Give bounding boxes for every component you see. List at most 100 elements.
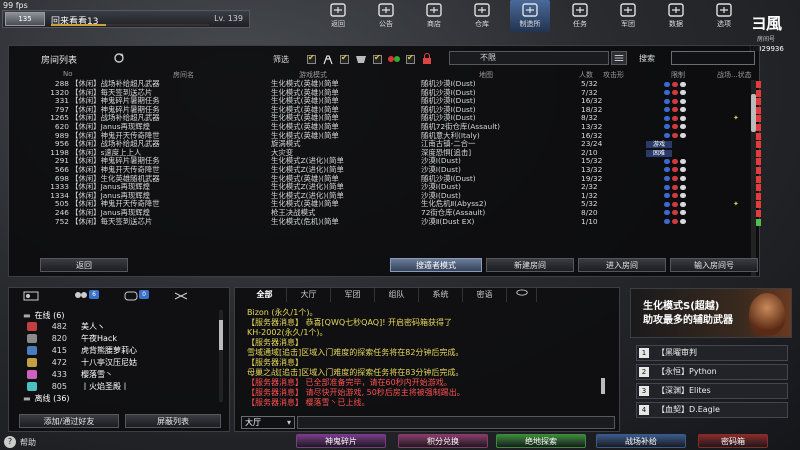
create-room-button[interactable]: 新建房间: [486, 258, 574, 272]
chat-tab[interactable]: 密语: [463, 288, 507, 302]
chat-tab[interactable]: 全部: [243, 288, 287, 302]
flag-red-icon: [672, 176, 678, 182]
nav-button-factory[interactable]: 制造所: [510, 0, 550, 32]
header-status: 攻击形: [603, 71, 624, 79]
nav-button-shop[interactable]: 商店: [414, 0, 454, 32]
nav-button-megaphone[interactable]: 公告: [366, 0, 406, 32]
nav-label: 制造所: [519, 20, 541, 28]
offline-group-header[interactable]: ▬ 离线 (36): [23, 393, 70, 404]
chat-tab[interactable]: 系统: [419, 288, 463, 302]
friend-item[interactable]: 415 虎背熊腰萝莉心: [23, 345, 213, 356]
chat-channel-select[interactable]: 大厅: [241, 416, 295, 429]
filter-zombie-checkbox[interactable]: [340, 53, 349, 64]
friends-scrollbar[interactable]: [219, 310, 223, 402]
enter-room-button[interactable]: 进入房间: [578, 258, 666, 272]
flag-white-icon: [680, 107, 686, 113]
factory-icon: [522, 3, 538, 17]
full-room-filter-select[interactable]: 不限: [449, 51, 609, 65]
room-list-scrollbar[interactable]: [751, 80, 756, 276]
promo-banner[interactable]: 生化模式S(超越) 助攻最多的辅助武器: [630, 288, 792, 338]
bottom-button[interactable]: 神鬼碎片: [296, 434, 386, 448]
bottom-button[interactable]: 密码箱: [698, 434, 768, 448]
nav-button-return[interactable]: 返回: [318, 0, 358, 32]
bottom-button[interactable]: 战场补给: [596, 434, 686, 448]
clan-rank-item[interactable]: 2 【永恒】Python: [636, 364, 788, 380]
nav-button-data[interactable]: 数据: [656, 0, 696, 32]
friends-icon: [75, 292, 87, 298]
list-view-button[interactable]: [611, 51, 627, 65]
friend-item[interactable]: 433 樱落雪丶: [23, 369, 213, 380]
room-flag-icons: [664, 183, 688, 192]
chat-input[interactable]: [297, 416, 615, 429]
nav-button-warehouse[interactable]: 仓库: [462, 0, 502, 32]
refresh-icon[interactable]: [112, 52, 126, 64]
nav-button-gear[interactable]: 选项: [704, 0, 744, 32]
friend-name: 午夜Hack: [81, 334, 117, 343]
friend-item[interactable]: 805 丨火焰圣殿丨: [23, 381, 213, 392]
bottom-button[interactable]: 绝地探索: [496, 434, 586, 448]
flag-blue-icon: [664, 124, 670, 130]
filter-lock-checkbox[interactable]: [406, 53, 415, 64]
room-flag-icons: [664, 218, 688, 227]
chat-tab-voice[interactable]: [507, 288, 537, 302]
clan-rank-item[interactable]: 3 【深渊】Elites: [636, 383, 788, 399]
promo-character-image: [749, 293, 785, 335]
help-label[interactable]: 帮助: [20, 437, 36, 448]
friend-rank-icon: [27, 382, 37, 391]
clan-rank-item[interactable]: 1 【黑曜审判: [636, 345, 788, 361]
tab-clan-members[interactable]: 0: [109, 288, 159, 304]
filter-teammode-checkbox[interactable]: [373, 53, 382, 64]
back-button[interactable]: 返回: [40, 258, 128, 272]
friend-level: 805: [51, 382, 67, 391]
room-rows: 288 【休闲】战场补给超凡武器 生化模式(英雄)(简单 随机沙漠Ⅰ(Dust) 5/3…: [41, 79, 761, 227]
bottom-button[interactable]: 积分兑换: [398, 434, 488, 448]
tab-mail[interactable]: [159, 288, 209, 304]
chat-scroll-thumb[interactable]: [601, 378, 605, 394]
room-row[interactable]: 752 【休闲】每天签到送芯片 生化模式(危机)(简单 沙漠Ⅱ(Dust EX) 1/1…: [41, 216, 761, 227]
nav-button-clan[interactable]: 军团: [608, 0, 648, 32]
nav-button-mission[interactable]: 任务: [560, 0, 600, 32]
flag-red-icon: [672, 210, 678, 216]
friend-level: 433: [51, 370, 67, 379]
tab-contacts[interactable]: [9, 288, 59, 304]
room-status-tag: 游戏: [646, 141, 672, 149]
friends-panel: 6 0 ▬ 在线 (6) 482 美人ヽ 820 午夜Hack 415 虎背熊腰萝莉心 472…: [8, 287, 230, 432]
flag-red-icon: [672, 184, 678, 190]
promo-line2: 助攻最多的辅助武器: [643, 315, 733, 326]
tab-friends[interactable]: 6: [59, 288, 109, 304]
team-icon: [388, 56, 400, 62]
chat-tab[interactable]: 大厅: [287, 288, 331, 302]
enter-room-number-button[interactable]: 输入房间号: [670, 258, 758, 272]
room-mode: 生化模式(危机)(简单: [271, 216, 339, 226]
filter-soldier-checkbox[interactable]: [307, 53, 316, 64]
flag-white-icon: [680, 90, 686, 96]
chat-tab[interactable]: 组队: [375, 288, 419, 302]
contacts-icon: [23, 291, 39, 301]
lurker-mode-button[interactable]: 搜遁者模式: [390, 258, 482, 272]
friend-level: 415: [51, 346, 67, 355]
flag-red-icon: [672, 193, 678, 199]
shop-icon: [426, 3, 442, 17]
flag-white-icon: [680, 210, 686, 216]
room-row[interactable]: 956 【休闲】战场补给超凡武器 旋涡模式 江南古镇-二合一 23/24 游戏: [41, 140, 761, 149]
player-bar[interactable]: 135 回来看看13 Lv. 139: [2, 10, 250, 28]
help-icon[interactable]: ?: [4, 436, 16, 448]
flag-white-icon: [680, 184, 686, 190]
zombie-icon: [356, 56, 366, 63]
scroll-thumb[interactable]: [751, 94, 756, 132]
clan-rank-index: 1: [639, 348, 649, 358]
chat-tab[interactable]: 军团: [331, 288, 375, 302]
clan-rank-name: 【深渊】Elites: [657, 386, 711, 395]
clan-rank-item[interactable]: 4 【血契】D.Eagle: [636, 402, 788, 418]
flag-white-icon: [680, 167, 686, 173]
friend-item[interactable]: 482 美人ヽ: [23, 321, 213, 332]
add-friend-button[interactable]: 添加/通过好友: [19, 414, 119, 428]
block-list-button[interactable]: 屏蔽列表: [125, 414, 221, 428]
friend-item[interactable]: 472 十八亭汉压尼姑: [23, 357, 213, 368]
flag-blue-icon: [664, 98, 670, 104]
friends-scroll-thumb[interactable]: [219, 320, 223, 350]
online-group-header[interactable]: ▬ 在线 (6): [23, 310, 64, 321]
friend-item[interactable]: 820 午夜Hack: [23, 333, 213, 344]
room-search-input[interactable]: [671, 51, 755, 65]
soldier-icon: [323, 55, 333, 65]
